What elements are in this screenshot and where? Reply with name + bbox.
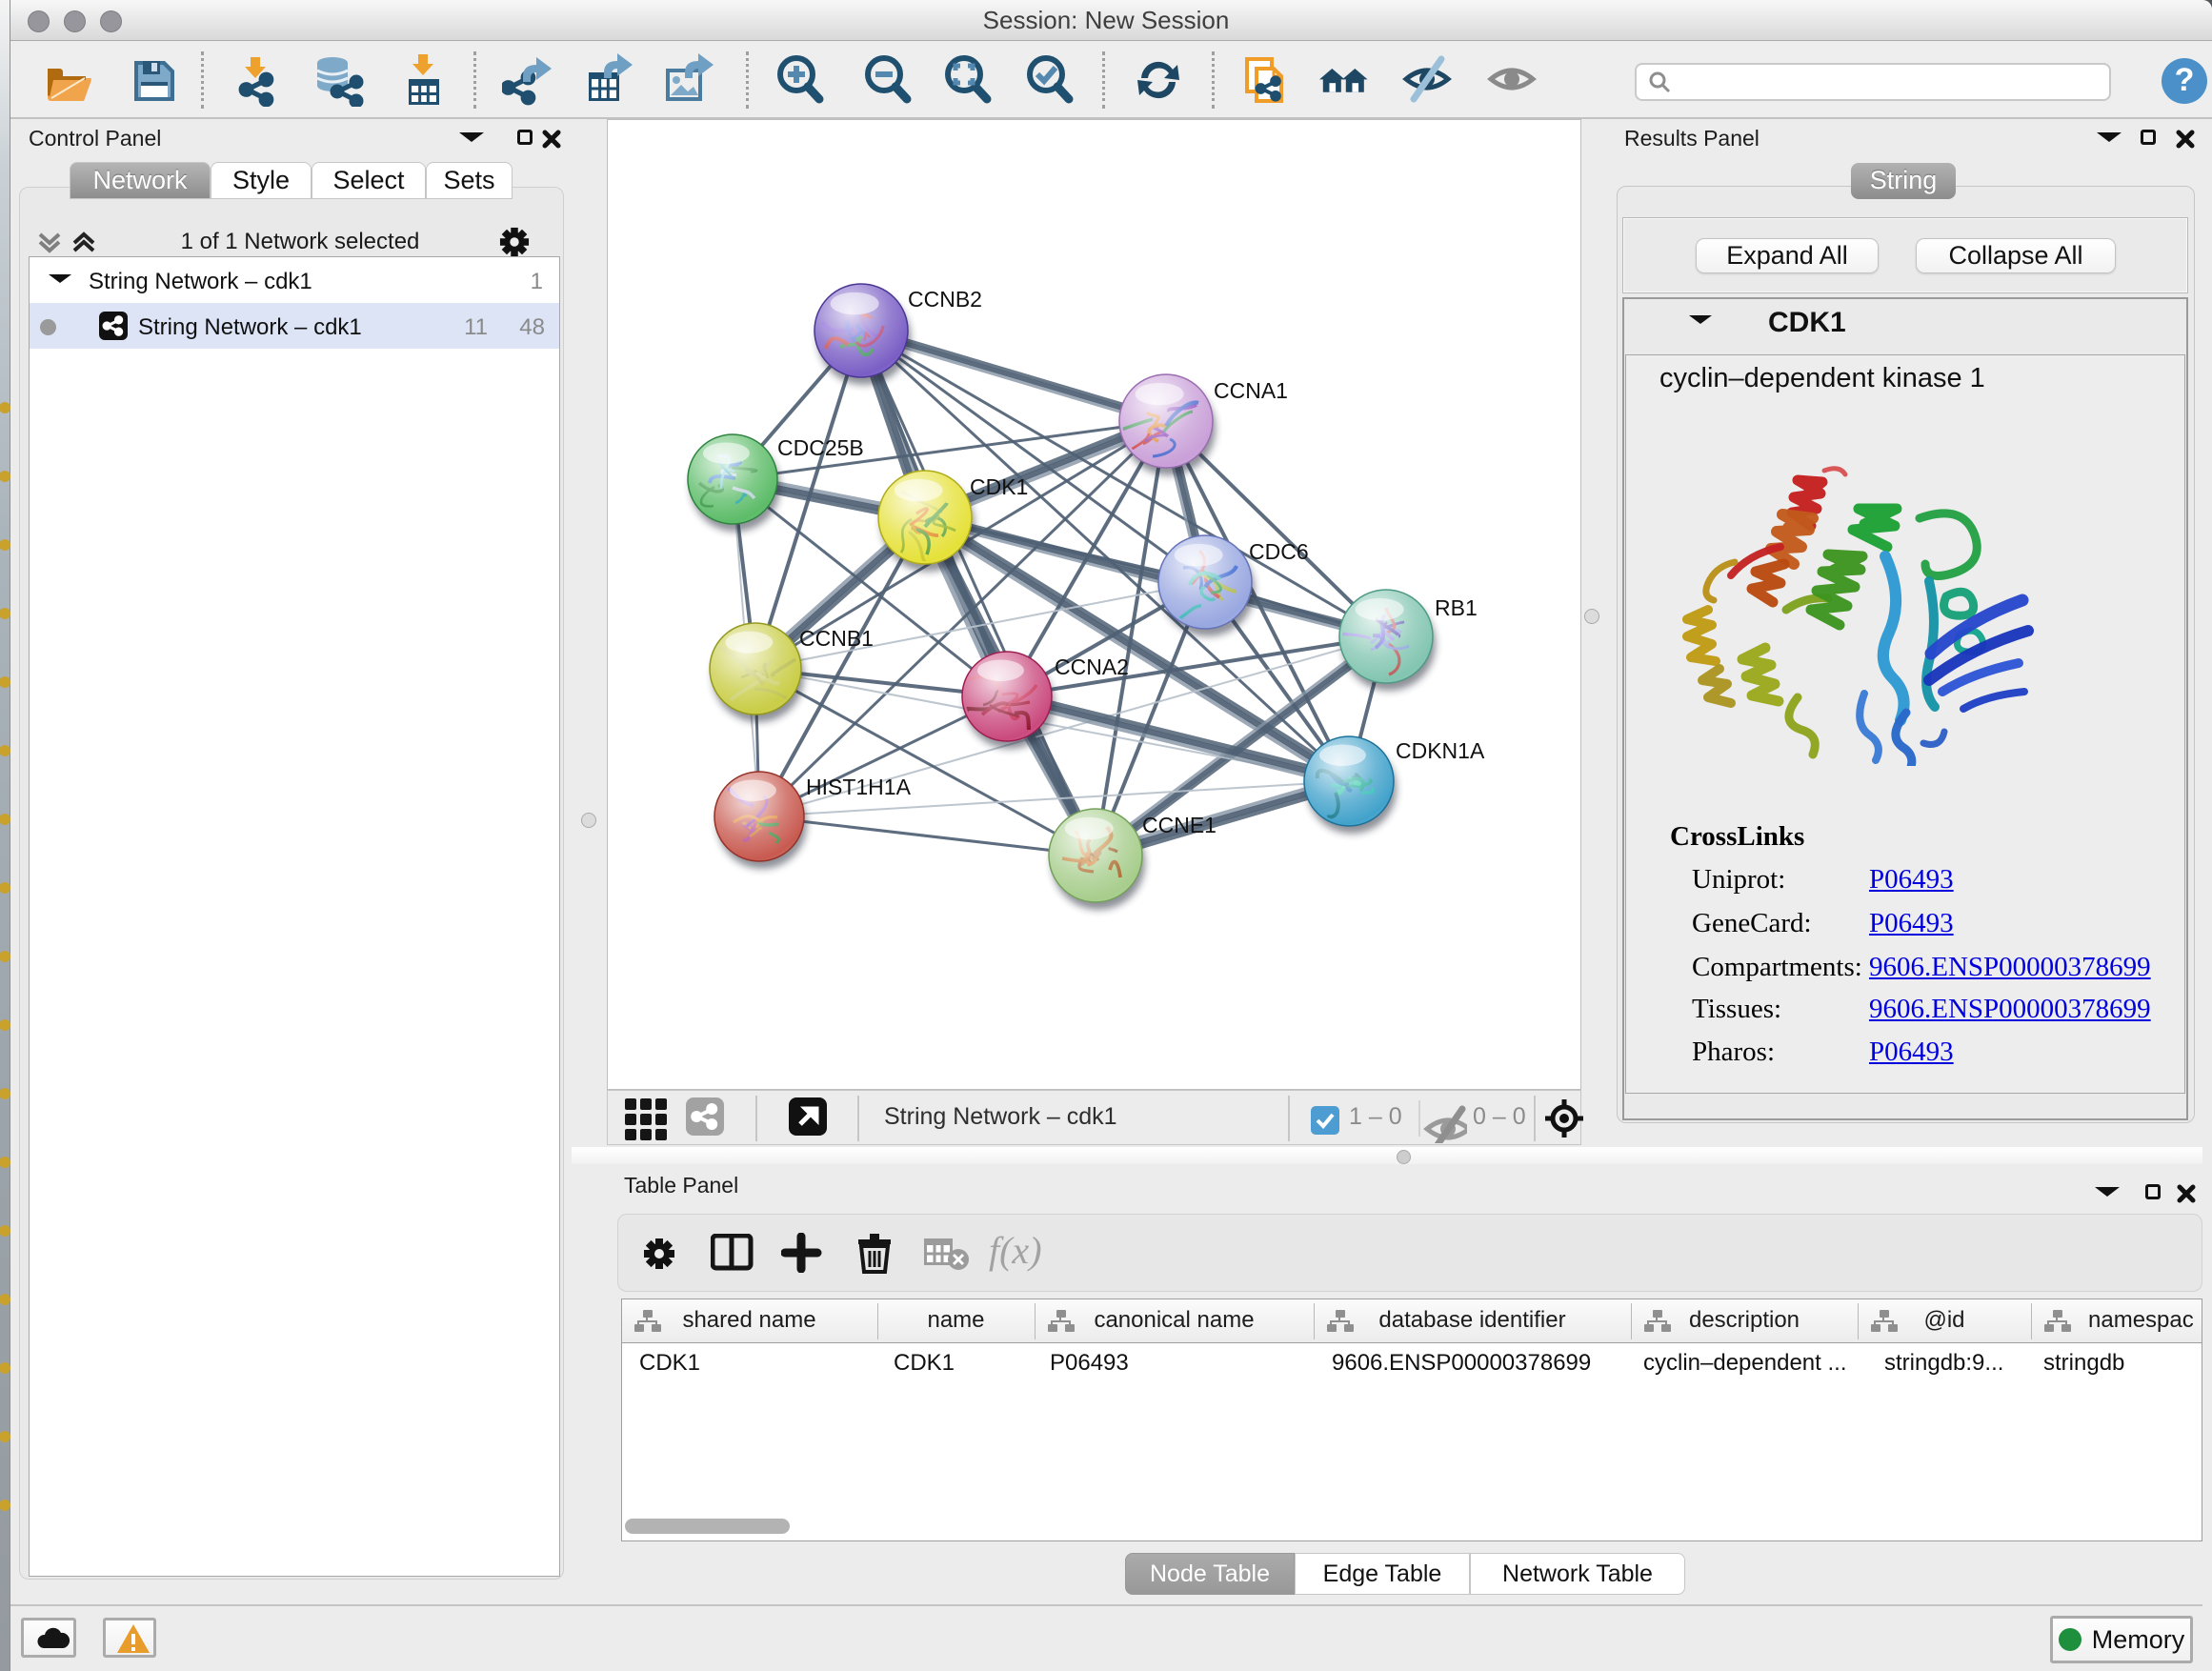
svg-text:CCNB1: CCNB1 (799, 626, 874, 651)
svg-text:CDKN1A: CDKN1A (1396, 738, 1485, 763)
svg-text:CDC25B: CDC25B (777, 435, 864, 460)
svg-text:CCNA1: CCNA1 (1214, 378, 1288, 403)
svg-text:RB1: RB1 (1435, 595, 1478, 620)
svg-text:CCNA2: CCNA2 (1055, 654, 1129, 679)
svg-text:HIST1H1A: HIST1H1A (806, 775, 912, 799)
svg-text:CDK1: CDK1 (970, 474, 1028, 499)
svg-text:CDC6: CDC6 (1249, 539, 1309, 564)
svg-text:CCNB2: CCNB2 (908, 287, 982, 312)
svg-text:CCNE1: CCNE1 (1142, 813, 1217, 837)
svg-text:?: ? (2175, 62, 2195, 98)
